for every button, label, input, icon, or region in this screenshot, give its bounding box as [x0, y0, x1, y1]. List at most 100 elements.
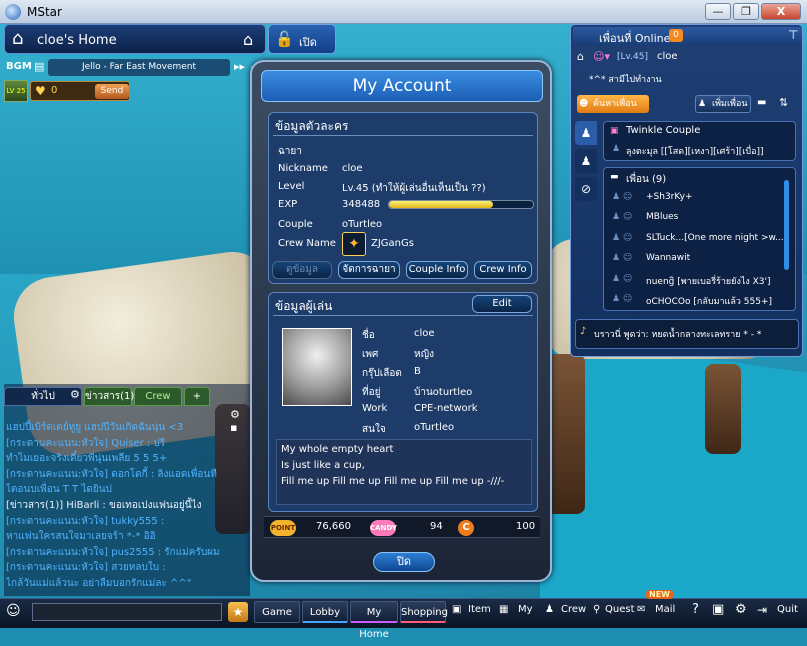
- home-settings-icon[interactable]: ⌂: [243, 30, 253, 49]
- player-value-work: CPE-network: [414, 403, 478, 414]
- quit-icon[interactable]: ⇥: [757, 603, 767, 617]
- my-icon[interactable]: ▦: [499, 604, 508, 615]
- folder-icon[interactable]: ▬: [757, 97, 766, 108]
- view-info-button[interactable]: ดูข้อมูล: [272, 261, 332, 279]
- room-lock-label: เปิด: [299, 36, 317, 49]
- chat-line: ทำไมเยอะจริงเดี๋ยวพี่นุ่นเพลีย 5 5 5+: [6, 453, 168, 465]
- sort-icon[interactable]: ⇅: [779, 96, 788, 109]
- mail-button[interactable]: Mail: [655, 604, 675, 615]
- maximize-button[interactable]: ❐: [733, 3, 759, 20]
- tab-lobby[interactable]: Lobby: [302, 601, 348, 623]
- edit-button[interactable]: Edit: [472, 295, 532, 313]
- player-value-gender: หญิง: [414, 349, 434, 360]
- field-value-exp: 348488: [342, 199, 381, 210]
- star-action-button[interactable]: ★: [228, 602, 248, 622]
- chat-gear-icon[interactable]: ⚙: [70, 388, 80, 401]
- crew-icon[interactable]: ♟: [545, 604, 554, 615]
- playlist-icon[interactable]: ▤: [34, 60, 44, 73]
- mood-icon[interactable]: ☺▾: [593, 50, 610, 63]
- field-label-crew: Crew Name: [278, 238, 336, 249]
- friend-group-name: เพื่อน (9): [626, 174, 667, 185]
- tab-news[interactable]: ข่าวสาร(1): [84, 387, 134, 406]
- window-title: MStar: [27, 5, 62, 19]
- profile-message: My whole empty heart Is just like a cup,…: [276, 439, 532, 505]
- field-label-level: Level: [278, 181, 305, 192]
- heart-count: 0: [51, 85, 58, 96]
- friend-item[interactable]: nuengิ [พายเบอรี่ร้ายยังไง X3']: [646, 274, 771, 288]
- tab-shopping[interactable]: Shopping: [400, 601, 448, 623]
- player-value-interest: oTurtleo: [414, 422, 455, 433]
- chat-input[interactable]: [32, 603, 222, 621]
- friend-item[interactable]: oCHOCOo [กลับมาแล้ว 555+]: [646, 294, 772, 308]
- collapse-icon[interactable]: ▬: [610, 172, 619, 182]
- pin-icon[interactable]: ⊤: [788, 28, 798, 42]
- tab-my-home[interactable]: My Home: [350, 601, 398, 640]
- screenshot-icon[interactable]: ▣: [712, 602, 724, 617]
- dialog-title: My Account: [261, 70, 543, 102]
- tab-friends-icon[interactable]: ♟: [575, 121, 597, 145]
- room-lock-button[interactable]: 🔓 เปิด: [268, 24, 336, 54]
- couple-group-name: Twinkle Couple: [626, 125, 701, 136]
- manage-title-button[interactable]: จัดการฉายา: [338, 261, 400, 279]
- add-friend-button[interactable]: ♟ เพิ่มเพื่อน: [695, 95, 751, 113]
- friend-status-icon: ♟ ☺: [612, 273, 633, 284]
- item-button[interactable]: Item: [468, 604, 491, 615]
- friend-item[interactable]: MBlues: [646, 212, 678, 222]
- quit-button[interactable]: Quit: [777, 604, 798, 615]
- couple-member[interactable]: ลุงตะมุล [[โสด][เหงา][เศร้า][เบื่อ]]: [626, 144, 764, 158]
- close-window-button[interactable]: X: [761, 3, 801, 20]
- quest-icon[interactable]: ⚲: [593, 604, 600, 615]
- couple-info-button[interactable]: Couple Info: [406, 261, 468, 279]
- section-divider: [273, 135, 533, 136]
- tab-add[interactable]: +: [184, 387, 210, 406]
- search-friend-button[interactable]: ☻ ค้นหาเพื่อน: [577, 95, 649, 113]
- tab-game[interactable]: Game: [254, 601, 300, 623]
- emoticon-icon[interactable]: ☺: [6, 603, 21, 619]
- candy-icon: CANDY: [370, 520, 397, 536]
- friend-item[interactable]: SLTuck...[One more night >w...]: [646, 233, 787, 243]
- chat-panel: ทั่วไป ⚙ ข่าวสาร(1) Crew + ⚙ ▪ แฮปปี้เบิ…: [4, 384, 250, 596]
- my-status-message[interactable]: *^* สามีไปทำงาน: [589, 72, 662, 86]
- mail-icon[interactable]: ✉: [637, 604, 645, 615]
- friend-status-icon: ♟ ☺: [612, 232, 633, 243]
- settings-icon[interactable]: ⚙: [735, 602, 747, 617]
- next-track-icon[interactable]: ▸▸: [234, 60, 245, 73]
- tab-crew[interactable]: Crew: [134, 387, 182, 406]
- my-button[interactable]: My: [518, 604, 533, 615]
- avatar-level-badge: LV 25: [4, 80, 28, 102]
- friend-status-icon: ♟ ☺: [612, 294, 633, 304]
- friend-list-scrollbar[interactable]: [784, 180, 789, 270]
- tab-add-icon[interactable]: ♟: [575, 149, 597, 173]
- player-section-title: ข้อมูลผู้เล่น: [275, 299, 333, 313]
- help-icon[interactable]: ?: [692, 602, 699, 617]
- friend-item[interactable]: Wannawit: [646, 253, 690, 263]
- chat-line: [กระดานคะแนน:หัวใจ] pus2555 : รักแม่ครับ…: [6, 546, 220, 558]
- friend-item[interactable]: +Sh3rKy+: [646, 192, 693, 202]
- point-value: 76,660: [316, 521, 351, 532]
- mail-new-badge: NEW: [646, 590, 673, 599]
- quest-button[interactable]: Quest: [605, 604, 635, 615]
- bgm-song[interactable]: Jello - Far East Movement: [48, 59, 230, 76]
- heart-send-box: ♥ 0 Send: [30, 81, 130, 101]
- send-button[interactable]: Send: [95, 84, 129, 99]
- minimize-button[interactable]: —: [705, 3, 731, 20]
- dialog-close-button[interactable]: ปิด: [373, 552, 435, 572]
- chat-line: [กระดานคะแนน:หัวใจ] สวยหลบใบ :: [6, 562, 166, 574]
- home-icon[interactable]: ⌂: [577, 50, 584, 63]
- friends-title: เพื่อนที่ Online: [599, 32, 671, 45]
- couple-group-icon: ▣: [610, 126, 619, 136]
- tab-block-icon[interactable]: ⊘: [575, 177, 597, 201]
- player-label-work: Work: [362, 403, 388, 414]
- my-account-dialog: My Account ข้อมูลตัวละคร ฉายา Nickname c…: [250, 60, 552, 582]
- field-value-couple: oTurtleo: [342, 219, 383, 230]
- search-friend-label: ค้นหาเพื่อน: [593, 99, 637, 109]
- crew-info-button[interactable]: Crew Info: [474, 261, 532, 279]
- field-label-nickname: Nickname: [278, 163, 328, 174]
- friend-group: ▬ เพื่อน (9) ♟ ☺ +Sh3rKy+ ♟ ☺ MBlues ♟ ☺ SLTu…: [603, 167, 796, 311]
- room-header: ⌂ cloe's Home ⌂: [4, 24, 266, 54]
- exp-progress-fill: [389, 201, 493, 208]
- item-icon[interactable]: ▣: [452, 604, 461, 615]
- field-value-level: Lv.45 (ทำให้ผู้เล่นอื่นเห็นเป็น ??): [342, 183, 486, 194]
- profile-photo: [282, 328, 352, 406]
- crew-button[interactable]: Crew: [561, 604, 586, 615]
